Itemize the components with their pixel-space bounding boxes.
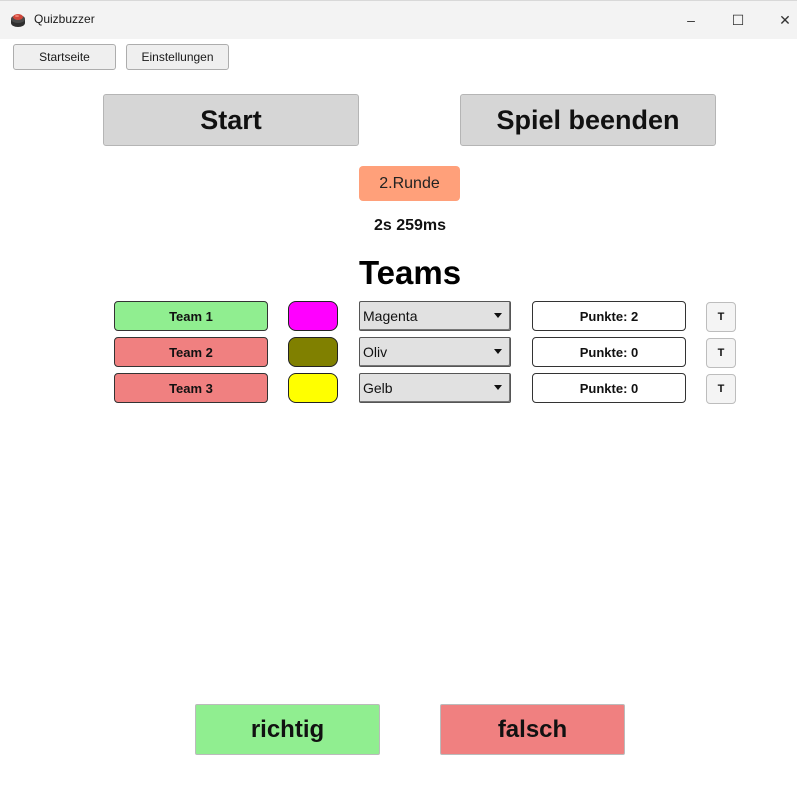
startseite-button[interactable]: Startseite: [13, 44, 116, 70]
team-color-swatch: [288, 373, 338, 403]
team-color-select[interactable]: Gelb: [359, 373, 511, 403]
team-name-box[interactable]: Team 2: [114, 337, 268, 367]
wrong-button[interactable]: falsch: [440, 704, 625, 755]
close-button[interactable]: ✕: [770, 9, 797, 31]
team-color-swatch: [288, 301, 338, 331]
team-points: Punkte: 0: [532, 337, 686, 367]
team-t-button[interactable]: T: [706, 374, 736, 404]
team-name-box[interactable]: Team 1: [114, 301, 268, 331]
team-color-select[interactable]: Magenta: [359, 301, 511, 331]
chevron-down-icon: [494, 385, 502, 390]
maximize-button[interactable]: ☐: [723, 9, 753, 31]
einstellungen-button[interactable]: Einstellungen: [126, 44, 229, 70]
window-title: Quizbuzzer: [34, 12, 95, 26]
team-points: Punkte: 2: [532, 301, 686, 331]
team-color-select[interactable]: Oliv: [359, 337, 511, 367]
team-color-swatch: [288, 337, 338, 367]
correct-button[interactable]: richtig: [195, 704, 380, 755]
team-color-value: Gelb: [363, 380, 393, 396]
chevron-down-icon: [494, 349, 502, 354]
team-color-value: Oliv: [363, 344, 388, 360]
minimize-button[interactable]: –: [676, 9, 706, 31]
team-color-value: Magenta: [363, 308, 418, 324]
window-titlebar: Quizbuzzer – ☐ ✕: [0, 0, 797, 39]
start-button[interactable]: Start: [103, 94, 359, 146]
chevron-down-icon: [494, 313, 502, 318]
team-t-button[interactable]: T: [706, 338, 736, 368]
team-points: Punkte: 0: [532, 373, 686, 403]
quizbuzzer-app-icon: [11, 14, 25, 27]
buzz-timer: 2s 259ms: [373, 217, 447, 234]
end-game-button[interactable]: Spiel beenden: [460, 94, 716, 146]
team-name-box[interactable]: Team 3: [114, 373, 268, 403]
teams-heading: Teams: [358, 254, 462, 291]
team-t-button[interactable]: T: [706, 302, 736, 332]
round-badge: 2.Runde: [359, 166, 460, 201]
